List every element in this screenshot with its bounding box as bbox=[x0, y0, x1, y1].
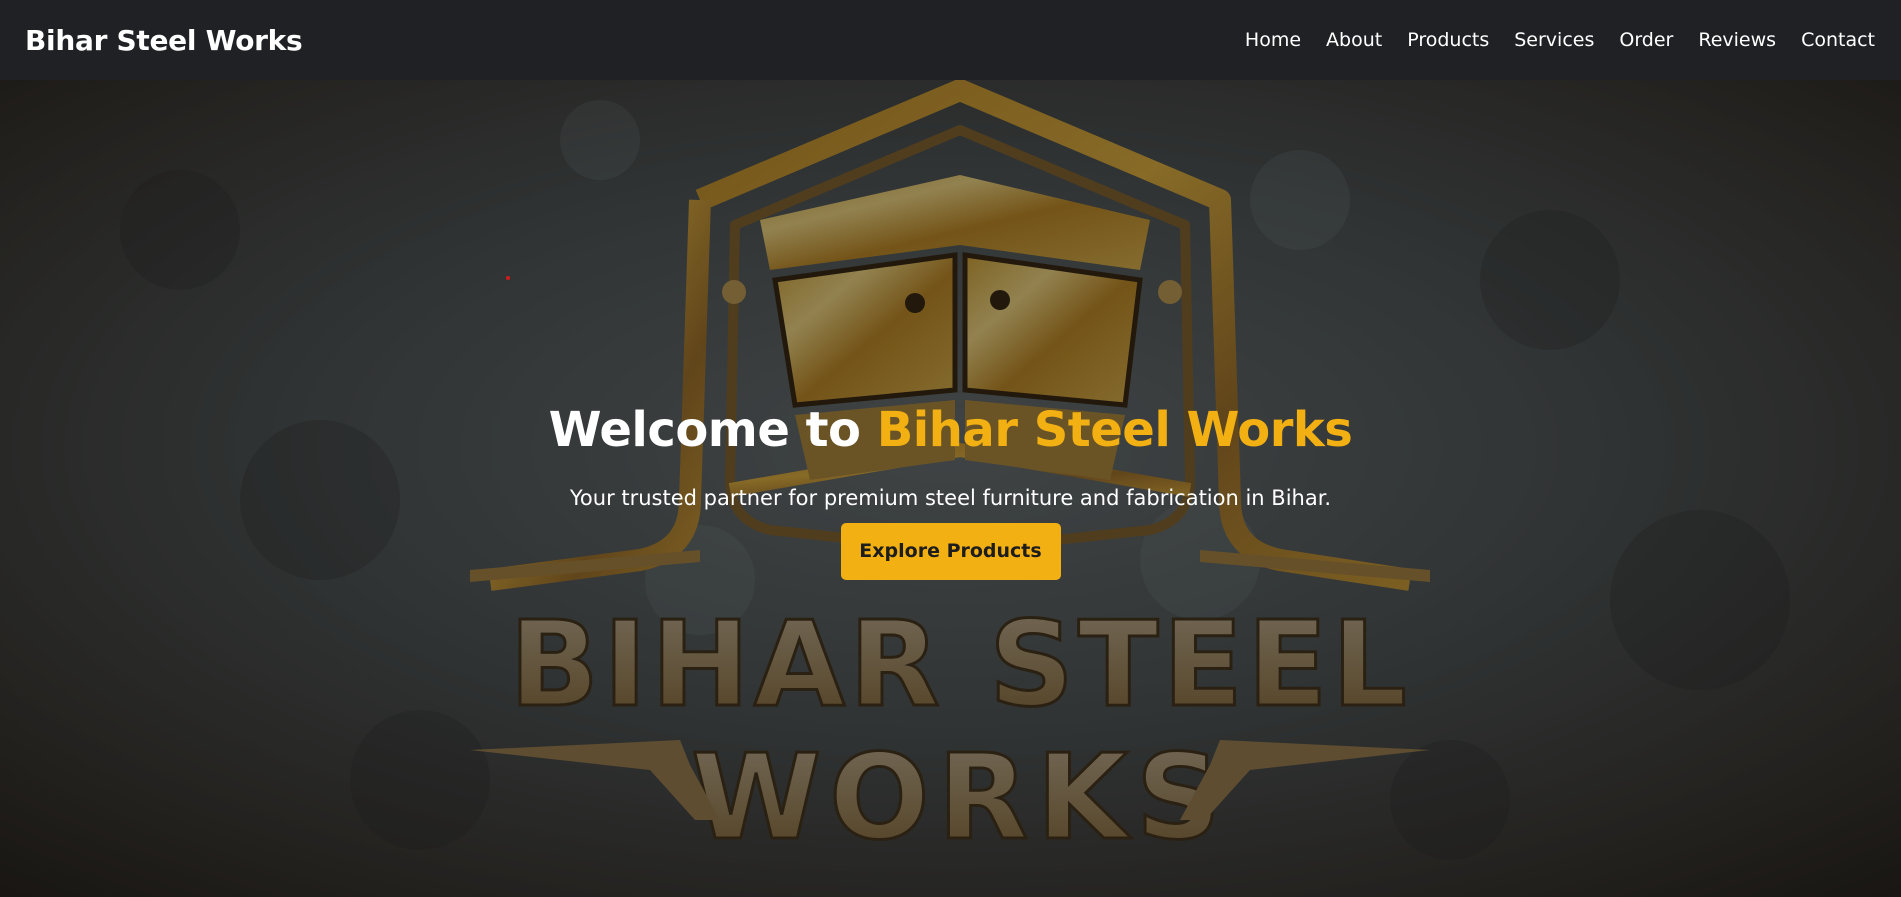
hero-title: Welcome to Bihar Steel Works bbox=[0, 402, 1901, 458]
cursor-dot bbox=[506, 276, 510, 280]
hero-section: BIHAR STEEL WORKS Welcome to Bihar Steel… bbox=[0, 80, 1901, 897]
nav-link-contact[interactable]: Contact bbox=[1801, 29, 1875, 51]
hero-content: Welcome to Bihar Steel Works Your truste… bbox=[0, 402, 1901, 580]
explore-products-button[interactable]: Explore Products bbox=[840, 523, 1061, 580]
nav-link-services[interactable]: Services bbox=[1514, 29, 1594, 51]
brand-logo-text[interactable]: Bihar Steel Works bbox=[25, 24, 303, 57]
hero-title-accent: Bihar Steel Works bbox=[876, 402, 1353, 458]
navbar: Bihar Steel Works Home About Products Se… bbox=[0, 0, 1901, 80]
nav-link-products[interactable]: Products bbox=[1407, 29, 1489, 51]
nav-link-reviews[interactable]: Reviews bbox=[1698, 29, 1776, 51]
hero-title-prefix: Welcome to bbox=[548, 402, 877, 458]
nav-links: Home About Products Services Order Revie… bbox=[1220, 29, 1875, 51]
hero-subtitle: Your trusted partner for premium steel f… bbox=[569, 486, 1332, 510]
nav-link-about[interactable]: About bbox=[1326, 29, 1382, 51]
nav-link-home[interactable]: Home bbox=[1245, 29, 1301, 51]
nav-link-order[interactable]: Order bbox=[1619, 29, 1673, 51]
